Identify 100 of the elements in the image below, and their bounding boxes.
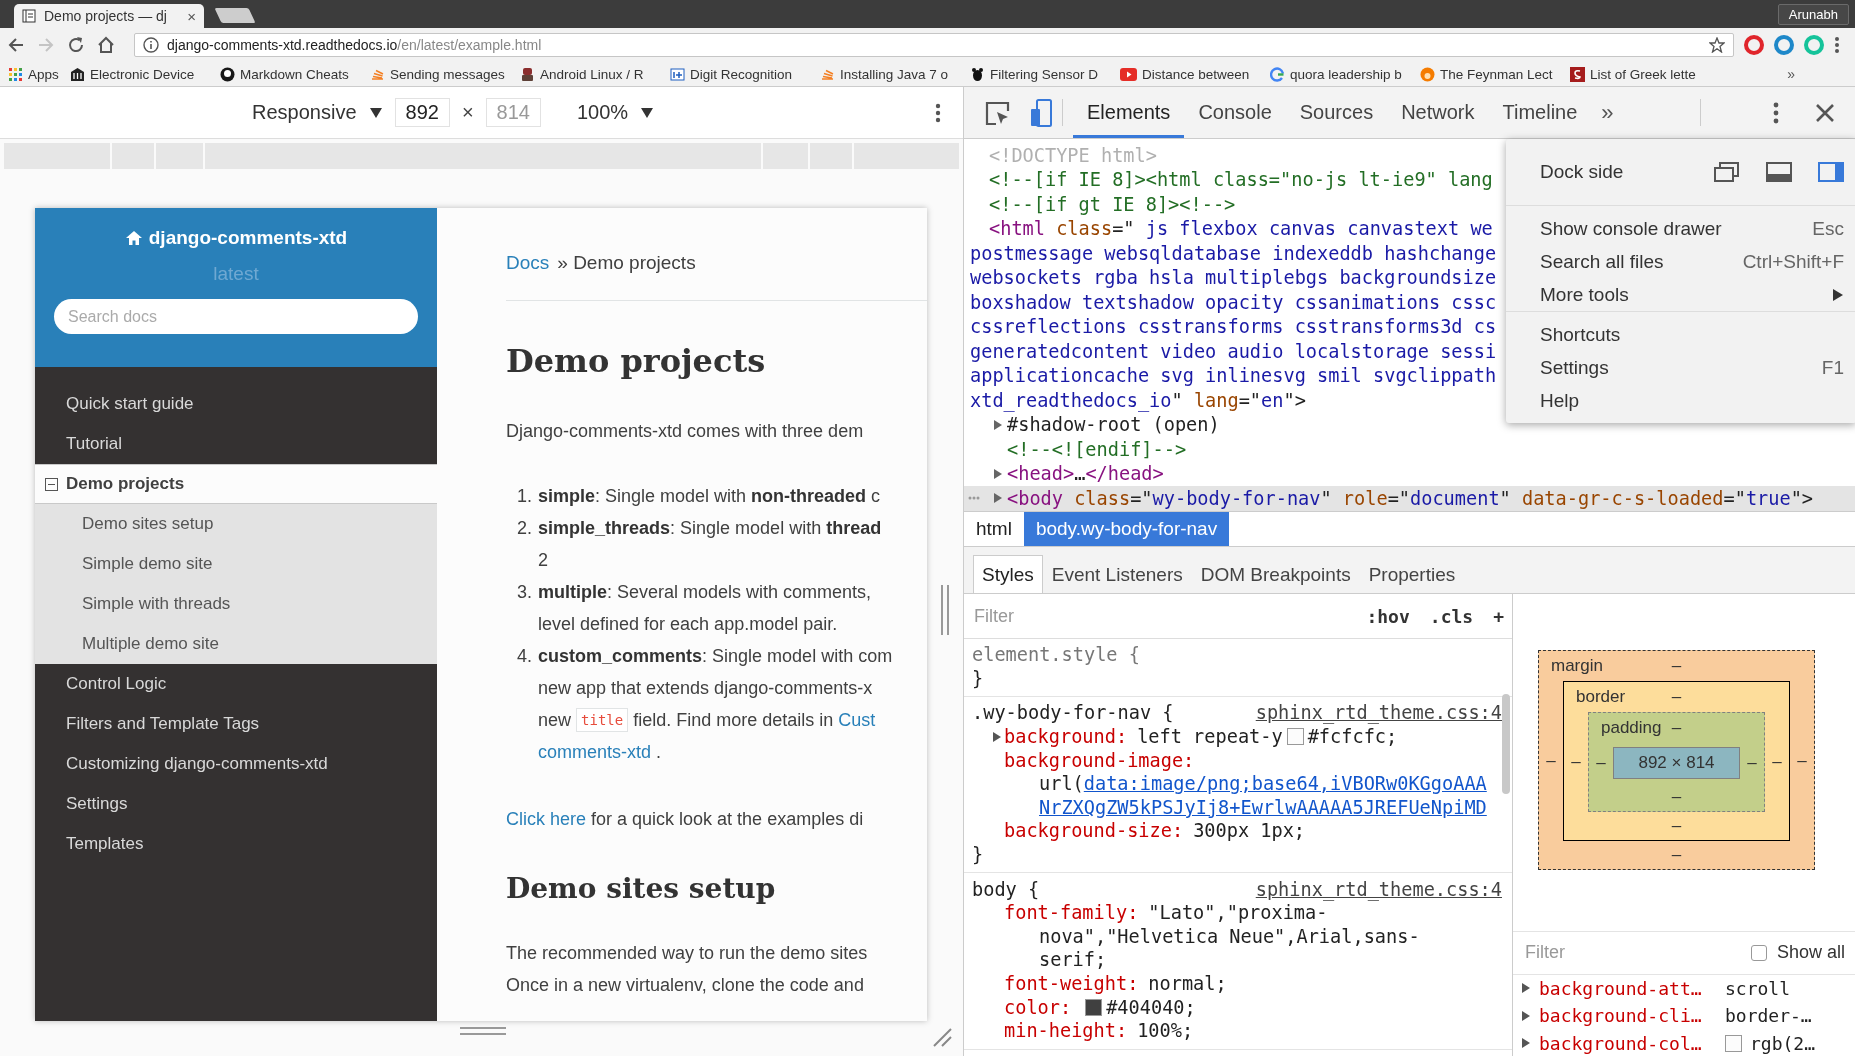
menu-item[interactable]: Settings F1	[1506, 351, 1855, 384]
bookmark-link[interactable]: The Feynman Lect	[1440, 66, 1553, 82]
styles-tab[interactable]: Event Listeners	[1042, 555, 1192, 593]
dock-bottom-icon[interactable]	[1766, 162, 1792, 182]
resize-grip-icon[interactable]	[932, 1027, 952, 1047]
styles-tab[interactable]: Properties	[1359, 555, 1465, 593]
property-name[interactable]: color:	[992, 996, 1072, 1018]
menu-icon[interactable]	[1834, 36, 1840, 54]
more-tabs-button[interactable]: »	[1591, 99, 1624, 126]
close-icon[interactable]	[1815, 102, 1835, 123]
address-bar[interactable]: django-comments-xtd.readthedocs.io/en/latest/example.html	[134, 33, 1734, 57]
checkbox[interactable]	[1750, 944, 1767, 961]
sidebar-item[interactable]: Simple with threads	[35, 584, 437, 624]
bookmark-link[interactable]: Electronic Device	[90, 66, 195, 82]
doc-link[interactable]: Cust	[838, 704, 876, 736]
filter-field[interactable]: Filter	[1523, 941, 1741, 964]
dom-breadcrumb[interactable]: body.wy-body-for-nav	[1023, 512, 1230, 546]
menu-item[interactable]: Show console drawer Esc	[1506, 212, 1855, 245]
sidebar-item[interactable]: Customizing django-comments-xtd	[35, 744, 437, 784]
inspect-icon[interactable]	[984, 99, 1010, 126]
property-name[interactable]: min-height:	[992, 1020, 1128, 1042]
bookmarks-overflow-button[interactable]: »	[1787, 66, 1795, 82]
dom-row[interactable]: <!--<![endif]-->	[964, 437, 1855, 462]
bookmark-link[interactable]: Distance between	[1142, 66, 1250, 82]
bookmark-link[interactable]: Filtering Sensor D	[990, 66, 1099, 82]
expander-icon[interactable]	[992, 730, 1002, 743]
sidebar-item[interactable]: Multiple demo site	[35, 624, 437, 664]
resize-handle[interactable]	[941, 585, 949, 635]
bookmark-link[interactable]: List of Greek lette	[1590, 66, 1696, 82]
project-title[interactable]: django-comments-xtd	[148, 227, 348, 249]
styles-toolbar-button[interactable]: :hov	[1366, 605, 1410, 627]
devtools-tab[interactable]: Timeline	[1488, 87, 1592, 138]
menu-item[interactable]: Search all files Ctrl+Shift+F	[1506, 245, 1855, 278]
tab-close-button[interactable]: ×	[187, 7, 196, 25]
caret-icon[interactable]	[368, 106, 383, 119]
device-preset-dropdown[interactable]: Responsive	[252, 101, 357, 124]
zoom-dropdown[interactable]: 100%	[576, 101, 629, 124]
more-options-icon[interactable]	[935, 102, 941, 123]
extension-icon[interactable]	[1744, 35, 1764, 55]
bookmark-link[interactable]: Android Linux / R	[540, 66, 644, 82]
styles-tab[interactable]: Styles	[973, 555, 1043, 593]
collapse-icon[interactable]	[45, 477, 58, 491]
resize-handle-icon[interactable]	[460, 1027, 506, 1035]
sidebar-item[interactable]: Tutorial	[35, 424, 437, 464]
sidebar-item[interactable]: Settings	[35, 784, 437, 824]
expander-icon[interactable]	[993, 418, 1003, 431]
expander-icon[interactable]	[1521, 1009, 1531, 1022]
sidebar-item[interactable]: Control Logic	[35, 664, 437, 704]
sidebar-item[interactable]: Demo sites setup	[35, 504, 437, 544]
property-name[interactable]: background:	[992, 726, 1128, 748]
bookmark-link[interactable]: Markdown Cheats	[240, 66, 349, 82]
dock-right-icon[interactable]	[1818, 162, 1844, 182]
devtools-tab[interactable]: Network	[1387, 87, 1489, 138]
sidebar-item[interactable]: Quick start guide	[35, 384, 437, 424]
dom-row[interactable]: <body class="wy-body-for-nav" role="document" data-gr-c-s-loaded="true">	[964, 486, 1855, 511]
source-link[interactable]: sphinx_rtd_theme.css:4	[1255, 878, 1502, 900]
reload-icon[interactable]	[66, 35, 86, 55]
home-icon[interactable]	[124, 230, 143, 246]
bookmark-link[interactable]: quora leadership b	[1290, 66, 1402, 82]
expander-icon[interactable]	[993, 467, 1003, 480]
menu-item[interactable]: Shortcuts	[1506, 318, 1855, 351]
filter-field[interactable]: Filter	[972, 604, 1347, 628]
expander-icon[interactable]	[993, 492, 1003, 505]
styles-toolbar-button[interactable]: +	[1493, 605, 1504, 627]
scrollbar[interactable]	[1502, 694, 1510, 794]
data-url-link[interactable]: NrZXQgZW5kPSJyIj8+EwrlwAAAAA5JREFUeNpiMD	[1039, 796, 1487, 818]
dom-row[interactable]: <head>…</head>	[964, 461, 1855, 486]
dock-undock-icon[interactable]	[1714, 162, 1740, 182]
bookmark-link[interactable]: Installing Java 7 o	[840, 66, 949, 82]
breadcrumb-link[interactable]: Docs	[506, 252, 550, 274]
doc-link[interactable]: comments-xtd	[538, 736, 652, 768]
data-url-link[interactable]: data:image/png;base64,iVBORw0KGgoAAA	[1083, 773, 1487, 795]
color-swatch-icon[interactable]	[1085, 998, 1103, 1016]
devtools-tab[interactable]: Sources	[1285, 87, 1388, 138]
bookmark-link[interactable]: Sending messages	[390, 66, 505, 82]
extension-icon[interactable]	[1774, 35, 1794, 55]
width-field[interactable]: 892	[394, 98, 450, 127]
dom-breadcrumb[interactable]: html	[964, 512, 1024, 546]
more-options-icon[interactable]	[1773, 101, 1779, 124]
device-mode-icon[interactable]	[1030, 98, 1052, 127]
property-name[interactable]: background-image:	[992, 749, 1195, 771]
doc-link[interactable]: Click here	[506, 803, 587, 835]
property-name[interactable]: font-weight:	[992, 973, 1139, 994]
star-icon[interactable]	[1709, 37, 1725, 53]
search-field[interactable]: Search docs	[54, 299, 418, 334]
home-icon[interactable]	[96, 35, 116, 55]
new-tab-button[interactable]	[214, 8, 256, 23]
styles-tab[interactable]: DOM Breakpoints	[1191, 555, 1360, 593]
browser-tab[interactable]: Demo projects — dj ×	[14, 4, 204, 28]
color-swatch-icon[interactable]	[1286, 728, 1304, 746]
bookmark-link[interactable]: Apps	[28, 66, 59, 82]
bookmark-link[interactable]: Digit Recognition	[690, 66, 793, 82]
sidebar-item[interactable]: Templates	[35, 824, 437, 864]
expander-icon[interactable]	[1521, 982, 1531, 995]
property-name[interactable]: background-size:	[992, 820, 1184, 842]
source-link[interactable]: sphinx_rtd_theme.css:4	[1255, 702, 1502, 724]
menu-item[interactable]: More tools	[1506, 278, 1855, 311]
property-name[interactable]: font-family:	[992, 902, 1139, 924]
profile-button[interactable]: Arunabh	[1777, 3, 1849, 25]
styles-toolbar-button[interactable]: .cls	[1429, 605, 1474, 627]
